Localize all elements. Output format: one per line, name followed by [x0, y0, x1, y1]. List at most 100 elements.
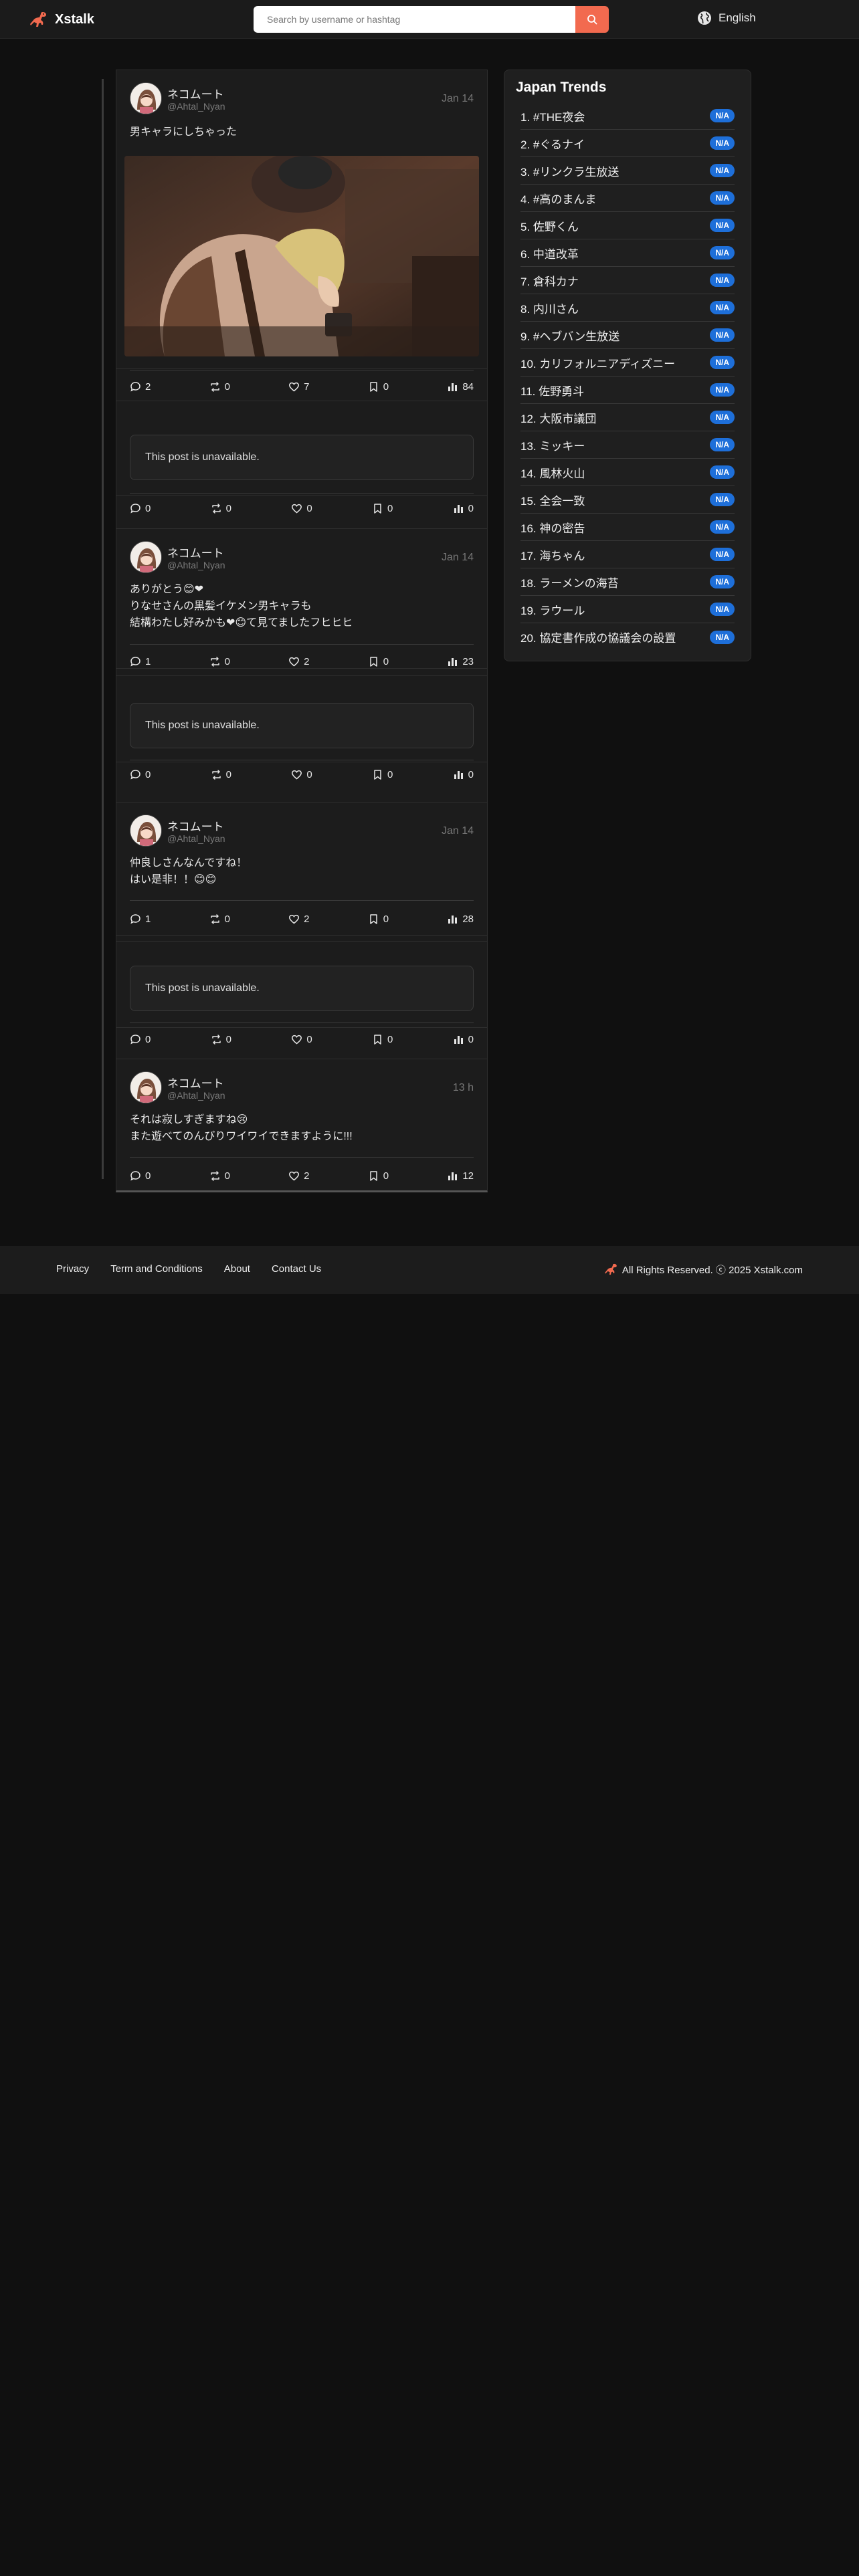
repost-button[interactable]: 0: [209, 1170, 230, 1182]
search-button[interactable]: [575, 6, 609, 33]
comment-button[interactable]: 0: [130, 1170, 151, 1182]
bookmark-count: 0: [383, 913, 389, 925]
post-actions: 2 0 7 0 84: [130, 379, 474, 395]
footer-link-terms[interactable]: Term and Conditions: [110, 1263, 203, 1275]
views-count: 23: [462, 655, 474, 667]
comment-button[interactable]: 1: [130, 656, 151, 667]
bookmark-button[interactable]: 0: [368, 1170, 389, 1182]
trend-item[interactable]: 8. 内川さん N/A: [520, 294, 735, 322]
trend-item[interactable]: 20. 協定書作成の協議会の設置 N/A: [520, 623, 735, 651]
views-count: 0: [468, 502, 474, 514]
like-button[interactable]: 0: [291, 503, 312, 514]
trend-item[interactable]: 12. 大阪市議団 N/A: [520, 404, 735, 431]
author-handle[interactable]: @Ahtal_Nyan: [167, 1090, 225, 1101]
trend-item[interactable]: 17. 海ちゃん N/A: [520, 541, 735, 568]
trend-item[interactable]: 9. #ヘブバン生放送 N/A: [520, 322, 735, 349]
footer-link-privacy[interactable]: Privacy: [56, 1263, 89, 1275]
repost-button[interactable]: 0: [209, 656, 230, 667]
trend-label: 7. 倉科カナ: [520, 275, 579, 288]
trend-label: 1. #THE夜会: [520, 110, 585, 124]
bookmark-count: 0: [387, 768, 393, 780]
trend-badge: N/A: [710, 219, 735, 232]
avatar[interactable]: [130, 541, 162, 573]
views-count: 12: [462, 1170, 474, 1182]
trend-badge: N/A: [710, 274, 735, 287]
bookmark-button[interactable]: 0: [368, 656, 389, 667]
comment-button[interactable]: 2: [130, 381, 151, 393]
author-name[interactable]: ネコムート: [167, 544, 224, 560]
avatar[interactable]: [130, 82, 162, 114]
avatar[interactable]: [130, 815, 162, 847]
trend-item[interactable]: 5. 佐野くん N/A: [520, 212, 735, 239]
post-image[interactable]: [124, 156, 479, 356]
post-text: 仲良しさんなんですね！ はい是非！！😊😊: [130, 855, 247, 888]
trend-item[interactable]: 16. 神の密告 N/A: [520, 514, 735, 541]
trend-item[interactable]: 18. ラーメンの海苔 N/A: [520, 568, 735, 596]
like-button[interactable]: 0: [291, 1034, 312, 1045]
trend-item[interactable]: 11. 佐野勇斗 N/A: [520, 377, 735, 404]
author-handle[interactable]: @Ahtal_Nyan: [167, 560, 225, 570]
trend-item[interactable]: 10. カリフォルニアディズニー N/A: [520, 349, 735, 377]
repost-icon: [211, 503, 221, 514]
game-screenshot-image: [124, 156, 479, 356]
avatar[interactable]: [130, 1071, 162, 1103]
trend-item[interactable]: 2. #ぐるナイ N/A: [520, 130, 735, 157]
like-button[interactable]: 2: [288, 914, 310, 925]
trend-label: 2. #ぐるナイ: [520, 138, 585, 151]
trend-label: 13. ミッキー: [520, 439, 585, 453]
like-button[interactable]: 2: [288, 1170, 310, 1182]
dinosaur-logo-icon: [30, 12, 46, 27]
trend-item[interactable]: 19. ラウール N/A: [520, 596, 735, 623]
comment-button[interactable]: 1: [130, 914, 151, 925]
post-text-line: それは寂しすぎますね😢: [130, 1114, 248, 1125]
like-button[interactable]: 0: [291, 769, 312, 780]
language-selector[interactable]: English: [697, 11, 756, 25]
trend-item[interactable]: 6. 中道改革 N/A: [520, 239, 735, 267]
footer-link-contact[interactable]: Contact Us: [272, 1263, 321, 1275]
repost-button[interactable]: 0: [209, 914, 230, 925]
repost-button[interactable]: 0: [211, 769, 231, 780]
trend-item[interactable]: 4. #高のまんま N/A: [520, 185, 735, 212]
like-button[interactable]: 2: [288, 655, 310, 667]
brand[interactable]: Xstalk: [28, 9, 94, 29]
trend-item[interactable]: 7. 倉科カナ N/A: [520, 267, 735, 294]
repost-icon: [210, 656, 219, 667]
footer-link-about[interactable]: About: [224, 1263, 250, 1275]
repost-button[interactable]: 0: [209, 381, 230, 393]
trend-item[interactable]: 3. #リンクラ生放送 N/A: [520, 157, 735, 185]
trend-item[interactable]: 1. #THE夜会 N/A: [520, 102, 735, 130]
comment-count: 0: [145, 502, 151, 514]
bookmark-icon: [369, 656, 377, 667]
bookmark-button[interactable]: 0: [372, 1034, 393, 1045]
trend-label: 12. 大阪市議団: [520, 412, 597, 425]
like-count: 2: [304, 655, 310, 667]
author-name[interactable]: ネコムート: [167, 85, 224, 102]
author-handle[interactable]: @Ahtal_Nyan: [167, 833, 225, 844]
trend-label: 3. #リンクラ生放送: [520, 165, 619, 179]
repost-button[interactable]: 0: [211, 503, 231, 514]
bookmark-icon: [374, 769, 381, 780]
bookmark-icon: [374, 503, 381, 514]
trend-item[interactable]: 13. ミッキー N/A: [520, 431, 735, 459]
post-text-line: 仲良しさんなんですね！: [130, 857, 248, 869]
trend-item[interactable]: 15. 全会一致 N/A: [520, 486, 735, 514]
search-input[interactable]: [254, 6, 575, 33]
comment-button[interactable]: 0: [130, 1034, 151, 1045]
bookmark-button[interactable]: 0: [372, 503, 393, 514]
trend-label: 17. 海ちゃん: [520, 549, 585, 562]
author-name[interactable]: ネコムート: [167, 817, 224, 834]
comment-button[interactable]: 0: [130, 769, 151, 780]
author-name[interactable]: ネコムート: [167, 1074, 224, 1091]
comment-button[interactable]: 0: [130, 503, 151, 514]
like-button[interactable]: 7: [288, 381, 310, 393]
bookmark-button[interactable]: 0: [368, 381, 389, 393]
bookmark-button[interactable]: 0: [368, 914, 389, 925]
brand-name: Xstalk: [55, 11, 94, 27]
repost-button[interactable]: 0: [211, 1034, 231, 1045]
author-handle[interactable]: @Ahtal_Nyan: [167, 101, 225, 112]
heart-icon: [292, 1035, 302, 1044]
like-count: 0: [306, 1033, 312, 1045]
trend-item[interactable]: 14. 風林火山 N/A: [520, 459, 735, 486]
bookmark-button[interactable]: 0: [372, 769, 393, 780]
repost-icon: [210, 1170, 219, 1181]
